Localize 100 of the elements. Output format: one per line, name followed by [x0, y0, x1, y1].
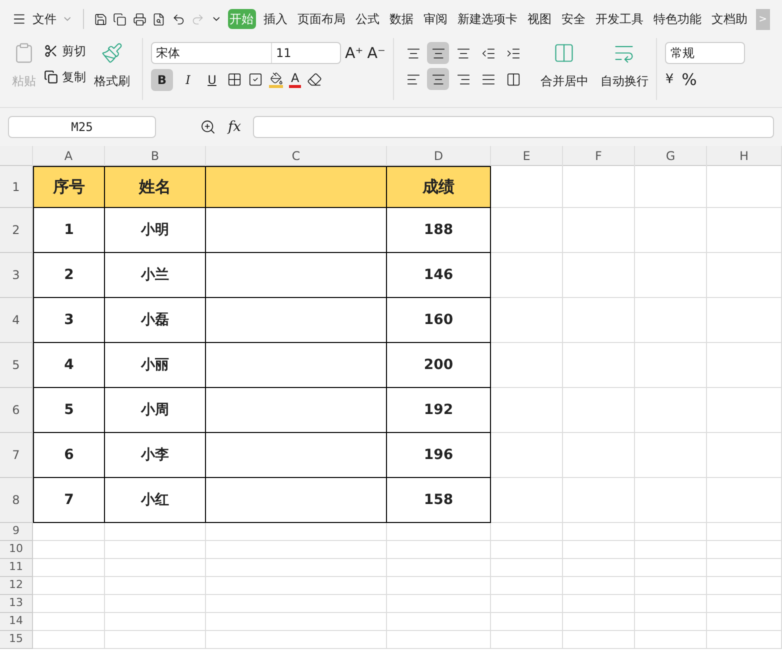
empty-cell: [563, 523, 635, 541]
percent-button[interactable]: %: [682, 68, 697, 92]
format-painter-button[interactable]: 格式刷: [94, 72, 130, 90]
fill-color-icon[interactable]: [269, 72, 283, 88]
ribbon-tab[interactable]: 审阅: [422, 9, 450, 29]
brush-icon[interactable]: [101, 42, 123, 64]
column-header[interactable]: F: [563, 146, 635, 166]
column-header[interactable]: G: [635, 146, 707, 166]
empty-cell: [563, 577, 635, 595]
ribbon-tab[interactable]: 新建选项卡: [456, 9, 520, 29]
empty-cell: [635, 577, 707, 595]
ribbon-tab[interactable]: 页面布局: [296, 9, 348, 29]
row-header[interactable]: 5: [0, 343, 33, 388]
empty-cell: [635, 298, 707, 343]
number-format-select[interactable]: 常规: [665, 42, 746, 64]
empty-cell: [635, 595, 707, 613]
middle-align-icon: [430, 46, 446, 60]
font-shrink-button[interactable]: A⁻: [367, 42, 386, 64]
wrap-text-button[interactable]: 自动换行: [600, 72, 648, 90]
ribbon-tab[interactable]: 开发工具: [594, 9, 646, 29]
table-cell: 160: [387, 298, 491, 343]
row-header[interactable]: 15: [0, 631, 33, 649]
row-header[interactable]: 13: [0, 595, 33, 613]
copy-button[interactable]: 复制: [62, 68, 86, 86]
empty-cell: [635, 388, 707, 433]
table-cell: 小周: [105, 388, 206, 433]
empty-cell: [635, 253, 707, 298]
save-icon[interactable]: [94, 12, 108, 26]
table-cell: 小明: [105, 208, 206, 253]
row-header[interactable]: 1: [0, 166, 33, 208]
empty-cell: [491, 298, 563, 343]
ribbon-tab[interactable]: 特色功能: [652, 9, 704, 29]
file-menu[interactable]: 文件: [32, 10, 56, 28]
row-header[interactable]: 2: [0, 208, 33, 253]
row-header[interactable]: 4: [0, 298, 33, 343]
row-header[interactable]: 12: [0, 577, 33, 595]
right-align-icon: [456, 72, 471, 86]
header-cell: 姓名: [105, 166, 206, 208]
left-align-icon: [406, 72, 421, 86]
align-button[interactable]: [427, 68, 450, 90]
currency-button[interactable]: ¥: [665, 70, 674, 90]
row-header[interactable]: 11: [0, 559, 33, 577]
bold-button[interactable]: B: [151, 68, 173, 90]
table-cell: 196: [387, 433, 491, 478]
row-header[interactable]: 3: [0, 253, 33, 298]
copy-icon[interactable]: [113, 12, 127, 26]
undo-icon[interactable]: [172, 12, 186, 26]
empty-cell: [635, 166, 707, 208]
formula-field[interactable]: [253, 116, 774, 138]
column-header[interactable]: E: [491, 146, 563, 166]
merge-center-button[interactable]: 合并居中: [540, 72, 588, 90]
italic-button[interactable]: I: [179, 68, 197, 90]
table-cell: 小红: [105, 478, 206, 523]
row-header[interactable]: 8: [0, 478, 33, 523]
function-button[interactable]: fx: [228, 116, 242, 138]
print-preview-icon[interactable]: [152, 12, 166, 26]
column-header[interactable]: H: [707, 146, 782, 166]
ribbon-tab[interactable]: 视图: [526, 9, 554, 29]
underline-button[interactable]: U: [203, 68, 221, 90]
empty-cell: [563, 595, 635, 613]
ribbon-tab[interactable]: 公式: [354, 9, 382, 29]
copy-icon[interactable]: [44, 70, 58, 84]
empty-cell: [563, 613, 635, 631]
align-button[interactable]: [427, 42, 450, 64]
empty-cell: [635, 433, 707, 478]
justify-align-icon: [480, 72, 496, 86]
row-header[interactable]: 14: [0, 613, 33, 631]
row-header[interactable]: 10: [0, 541, 33, 559]
empty-cell: [563, 166, 635, 208]
empty-cell: [563, 541, 635, 559]
font-select[interactable]: 宋体 11: [151, 42, 341, 64]
empty-cell: [563, 388, 635, 433]
print-icon[interactable]: [132, 12, 146, 26]
empty-cell: [563, 253, 635, 298]
empty-cell: [563, 343, 635, 388]
ribbon-tab[interactable]: 文档助: [710, 9, 750, 29]
name-box[interactable]: M25: [8, 116, 156, 138]
merge-icon[interactable]: [553, 42, 576, 64]
eraser-icon[interactable]: [307, 72, 322, 87]
empty-cell: [635, 523, 707, 541]
cut-button[interactable]: 剪切: [62, 42, 86, 60]
table-cell: 200: [387, 343, 491, 388]
ribbon-tab[interactable]: 插入: [262, 9, 290, 29]
header-cell: 成绩: [387, 166, 491, 208]
ribbon-tab[interactable]: 安全: [560, 9, 588, 29]
row-header[interactable]: 9: [0, 523, 33, 541]
row-header[interactable]: 7: [0, 433, 33, 478]
border-icon[interactable]: [227, 72, 242, 87]
empty-cell: [635, 208, 707, 253]
table-cell: 5: [33, 388, 105, 433]
font-color-button[interactable]: A: [289, 72, 302, 88]
scissors-icon[interactable]: [44, 44, 58, 58]
font-grow-button[interactable]: A⁺: [345, 42, 364, 64]
bottom-align-icon: [456, 46, 471, 60]
table-cell: 158: [387, 478, 491, 523]
zoom-icon[interactable]: [200, 119, 216, 135]
row-header[interactable]: 6: [0, 388, 33, 433]
empty-cell: [491, 433, 563, 478]
ribbon-tab[interactable]: 数据: [388, 9, 416, 29]
outdent-align-icon: [480, 46, 496, 60]
